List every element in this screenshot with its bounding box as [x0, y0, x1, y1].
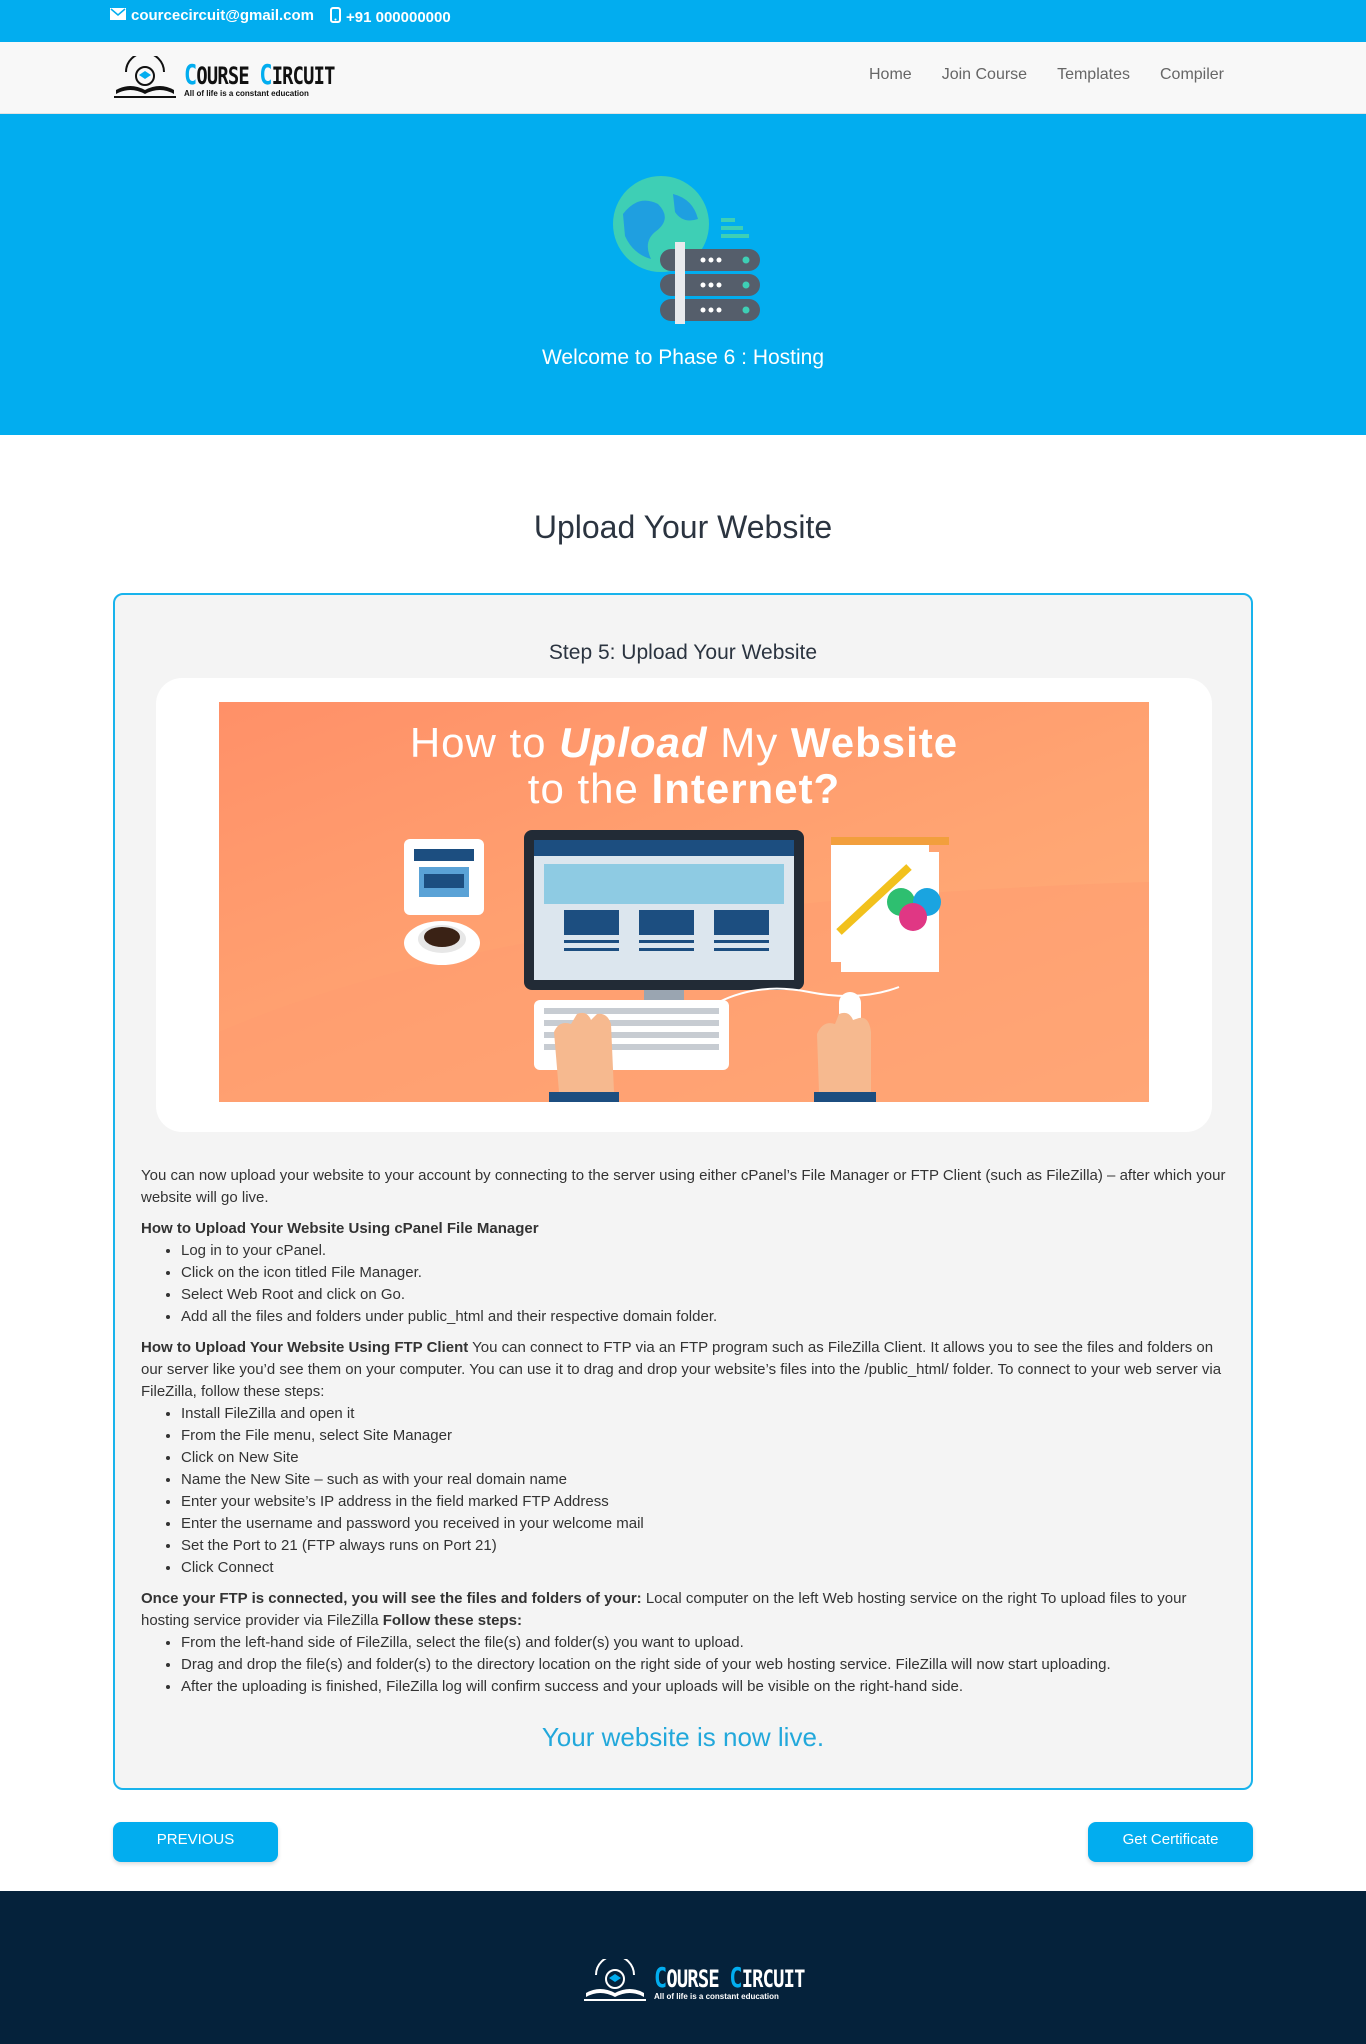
footer: COURSE CIRCUIT All of life is a constant…: [0, 1891, 1366, 2044]
list-item: Set the Port to 21 (FTP always runs on P…: [181, 1535, 1231, 1557]
footer-logo[interactable]: COURSE CIRCUIT All of life is a constant…: [582, 1955, 847, 2008]
logo-book-icon: [112, 52, 178, 105]
lesson-content: You can now upload your website to your …: [141, 1165, 1231, 1707]
connected-heading: Once your FTP is connected, you will see…: [141, 1590, 642, 1607]
connected-paragraph: Once your FTP is connected, you will see…: [141, 1588, 1231, 1632]
brand-name: COURSE CIRCUIT: [184, 61, 336, 90]
ftp-heading: How to Upload Your Website Using FTP Cli…: [141, 1339, 469, 1356]
list-item: Enter your website’s IP address in the f…: [181, 1491, 1231, 1513]
logo-text: COURSE CIRCUIT All of life is a constant…: [654, 1964, 847, 2002]
navbar: COURSE CIRCUIT All of life is a constant…: [0, 42, 1366, 114]
list-item: Click Connect: [181, 1557, 1231, 1579]
previous-button[interactable]: PREVIOUS: [113, 1822, 278, 1862]
list-item: From the left-hand side of FileZilla, se…: [181, 1632, 1231, 1654]
brand-word: IRCUIT: [741, 1965, 806, 1993]
logo-text: COURSE CIRCUIT All of life is a constant…: [184, 61, 377, 99]
ftp-paragraph: How to Upload Your Website Using FTP Cli…: [141, 1337, 1231, 1403]
phone-text: +91 000000000: [346, 8, 451, 26]
brand-letter: C: [654, 1961, 667, 1994]
brand-word: OURSE: [196, 62, 249, 90]
server-globe-icon: [603, 174, 763, 329]
ftp-steps-list: Install FileZilla and open it From the F…: [181, 1403, 1231, 1579]
nav-compiler[interactable]: Compiler: [1160, 66, 1224, 84]
logo-book-icon: [582, 1955, 648, 2008]
lesson-card: Step 5: Upload Your Website How to Uploa…: [113, 593, 1253, 1790]
contact-bar: courcecircuit@gmail.com +91 000000000: [0, 0, 1366, 42]
email-contact[interactable]: courcecircuit@gmail.com: [110, 7, 314, 24]
list-item: Click on New Site: [181, 1447, 1231, 1469]
brand-letter: C: [259, 58, 272, 91]
main-nav: Home Join Course Templates Compiler: [869, 66, 1224, 84]
list-item: Select Web Root and click on Go.: [181, 1284, 1231, 1306]
intro-paragraph: You can now upload your website to your …: [141, 1167, 1226, 1206]
nav-templates[interactable]: Templates: [1057, 66, 1130, 84]
list-item: Log in to your cPanel.: [181, 1240, 1231, 1262]
cpanel-steps-list: Log in to your cPanel. Click on the icon…: [181, 1240, 1231, 1328]
brand-name: COURSE CIRCUIT: [654, 1964, 806, 1993]
nav-home[interactable]: Home: [869, 66, 912, 84]
upload-steps-list: From the left-hand side of FileZilla, se…: [181, 1632, 1231, 1698]
follow-label: Follow these steps:: [382, 1612, 522, 1629]
list-item: Name the New Site – such as with your re…: [181, 1469, 1231, 1491]
phone-contact[interactable]: +91 000000000: [330, 7, 451, 27]
site-logo[interactable]: COURSE CIRCUIT All of life is a constant…: [112, 52, 377, 105]
get-certificate-button[interactable]: Get Certificate: [1088, 1822, 1253, 1862]
envelope-icon: [110, 7, 126, 24]
brand-word: OURSE: [666, 1965, 719, 1993]
live-message: Your website is now live.: [541, 1722, 825, 1752]
list-item: From the File menu, select Site Manager: [181, 1425, 1231, 1447]
list-item: Enter the username and password you rece…: [181, 1513, 1231, 1535]
mobile-phone-icon: [330, 7, 341, 27]
step-title: Step 5: Upload Your Website: [548, 641, 818, 664]
list-item: Install FileZilla and open it: [181, 1403, 1231, 1425]
list-item: Click on the icon titled File Manager.: [181, 1262, 1231, 1284]
brand-tagline: All of life is a constant education: [654, 1992, 779, 2001]
lesson-image-frame: How to Upload My Website to the Internet…: [156, 678, 1212, 1132]
nav-join-course[interactable]: Join Course: [942, 66, 1027, 84]
cpanel-heading: How to Upload Your Website Using cPanel …: [141, 1220, 539, 1237]
computer-desk-illustration: [219, 830, 1149, 1102]
brand-letter: C: [729, 1961, 742, 1994]
upload-website-illustration: How to Upload My Website to the Internet…: [219, 702, 1149, 1102]
brand-tagline: All of life is a constant education: [184, 89, 309, 98]
email-text: courcecircuit@gmail.com: [131, 7, 315, 24]
list-item: After the uploading is finished, FileZil…: [181, 1676, 1231, 1698]
brand-letter: C: [184, 58, 197, 91]
list-item: Drag and drop the file(s) and folder(s) …: [181, 1654, 1231, 1676]
brand-word: IRCUIT: [271, 62, 336, 90]
hero-banner: Welcome to Phase 6 : Hosting: [0, 114, 1366, 435]
hero-title: Welcome to Phase 6 : Hosting: [541, 346, 825, 369]
page-title: Upload Your Website: [533, 509, 833, 545]
list-item: Add all the files and folders under publ…: [181, 1306, 1231, 1328]
